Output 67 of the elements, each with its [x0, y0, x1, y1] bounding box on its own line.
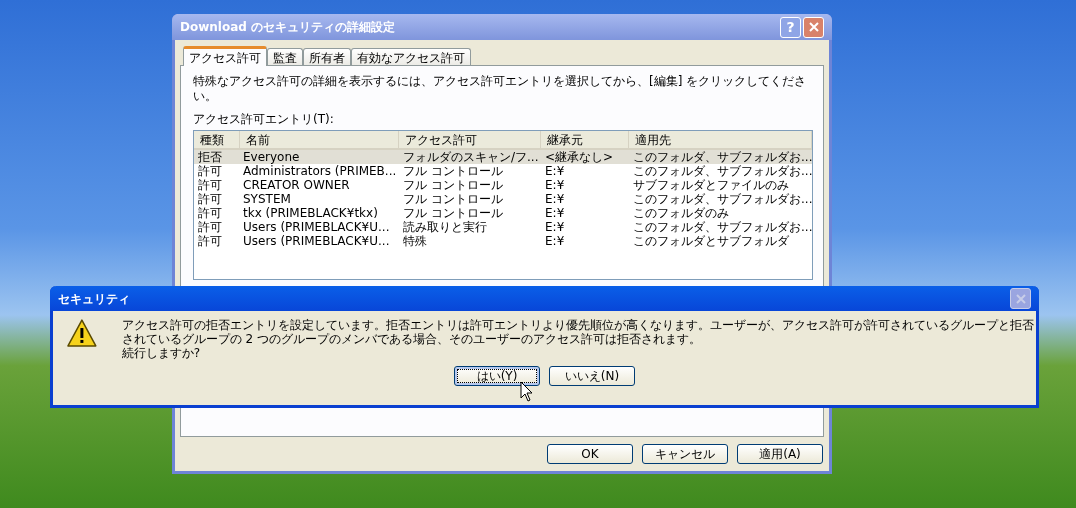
table-cell-text: 許可: [197, 234, 223, 248]
table-cell-text: フル コントロール: [402, 164, 504, 178]
tab[interactable]: 監査: [267, 48, 303, 65]
table-row[interactable]: 許可 Administrators (PRIMEB... フル コントロール E:¥ このフォルダ、サブフォルダお...: [194, 164, 812, 178]
warning-icon: [66, 318, 98, 348]
table-cell-text: <継承なし>: [544, 150, 615, 164]
tab[interactable]: 所有者: [303, 48, 351, 65]
table-row[interactable]: 許可 CREATOR OWNER フル コントロール E:¥ サブフォルダとファイルのみ: [194, 178, 812, 192]
mouse-pointer-icon: [520, 381, 533, 402]
alert-message: アクセス許可の拒否エントリを設定しています。拒否エントリは許可エントリより優先順位が高くなります。ユーザーが、アクセス許可が許可されているグループと拒否されているグループの 2 つのグループのメンバである場合、そのユーザーのアクセス許可は拒否されます。: [121, 318, 1035, 346]
table-cell-text: E:¥: [544, 164, 566, 178]
table-cell-text: Administrators (PRIMEB...: [242, 164, 398, 178]
column-header[interactable]: 継承元: [540, 131, 629, 148]
tab[interactable]: アクセス許可: [183, 46, 267, 66]
table-cell-text: このフォルダ、サブフォルダお...: [632, 192, 814, 206]
table-cell-text: 許可: [197, 206, 223, 220]
tab[interactable]: 有効なアクセス許可: [351, 48, 471, 65]
close-icon: [1015, 293, 1026, 304]
alert-title: セキュリティ: [58, 290, 131, 308]
dialog-button[interactable]: 適用(A): [737, 444, 823, 464]
column-header[interactable]: 適用先: [628, 131, 812, 148]
table-cell-text: E:¥: [544, 234, 566, 248]
table-cell-text: SYSTEM: [242, 192, 292, 206]
table-cell-text: フル コントロール: [402, 192, 504, 206]
table-row[interactable]: 許可 tkx (PRIMEBLACK¥tkx) フル コントロール E:¥ このフォルダのみ: [194, 206, 812, 220]
table-cell-text: サブフォルダとファイルのみ: [632, 178, 790, 192]
table-cell-text: E:¥: [544, 220, 566, 234]
column-header[interactable]: 名前: [239, 131, 400, 148]
table-row[interactable]: 拒否 Everyone フォルダのスキャン/フ... <継承なし> このフォルダ、サブフォルダお...: [194, 150, 812, 164]
dialog-button[interactable]: キャンセル: [642, 444, 728, 464]
table-cell-text: Users (PRIMEBLACK¥U...: [242, 220, 391, 234]
alert-button[interactable]: いいえ(N): [549, 366, 635, 386]
alert-question: 続行しますか?: [121, 346, 202, 360]
table-cell-text: フル コントロール: [402, 178, 504, 192]
table-cell-text: 許可: [197, 220, 223, 234]
dialog-button[interactable]: OK: [547, 444, 633, 464]
table-cell-text: このフォルダ、サブフォルダお...: [632, 164, 814, 178]
table-cell-text: E:¥: [544, 192, 566, 206]
table-cell-text: このフォルダとサブフォルダ: [632, 234, 790, 248]
table-cell-text: 許可: [197, 192, 223, 206]
table-cell-text: 読み取りと実行: [402, 220, 488, 234]
close-icon: [808, 22, 819, 32]
table-cell-text: このフォルダ、サブフォルダお...: [632, 150, 814, 164]
table-row[interactable]: 許可 Users (PRIMEBLACK¥U... 読み取りと実行 E:¥ このフォルダ、サブフォルダお...: [194, 220, 812, 234]
table-cell-text: フォルダのスキャン/フ...: [402, 150, 540, 164]
table-cell-text: 許可: [197, 178, 223, 192]
table-cell-text: フル コントロール: [402, 206, 504, 220]
column-header[interactable]: 種類: [194, 131, 240, 148]
table-cell-text: E:¥: [544, 178, 566, 192]
table-cell-text: 許可: [197, 164, 223, 178]
column-header[interactable]: アクセス許可: [399, 131, 541, 148]
window-title: Download のセキュリティの詳細設定: [180, 19, 397, 36]
close-button[interactable]: [1010, 288, 1031, 309]
table-cell-text: tkx (PRIMEBLACK¥tkx): [242, 206, 379, 220]
list-label: アクセス許可エントリ(T):: [193, 111, 335, 128]
table-cell-text: CREATOR OWNER: [242, 178, 351, 192]
table-cell-text: このフォルダのみ: [632, 206, 730, 220]
table-row[interactable]: 許可 Users (PRIMEBLACK¥U... 特殊 E:¥ このフォルダとサブフォルダ: [194, 234, 812, 248]
table-cell-text: 拒否: [197, 150, 223, 164]
table-cell-text: Users (PRIMEBLACK¥U...: [242, 234, 391, 248]
description-text: 特殊なアクセス許可の詳細を表示するには、アクセス許可エントリを選択してから、[編集] をクリックしてください。: [193, 74, 808, 104]
table-cell-text: このフォルダ、サブフォルダお...: [632, 220, 814, 234]
table-cell-text: Everyone: [242, 150, 301, 164]
table-cell-text: E:¥: [544, 206, 566, 220]
alert-button[interactable]: はい(Y): [454, 366, 540, 386]
table-row[interactable]: 許可 SYSTEM フル コントロール E:¥ このフォルダ、サブフォルダお...: [194, 192, 812, 206]
table-cell-text: 特殊: [402, 234, 428, 248]
